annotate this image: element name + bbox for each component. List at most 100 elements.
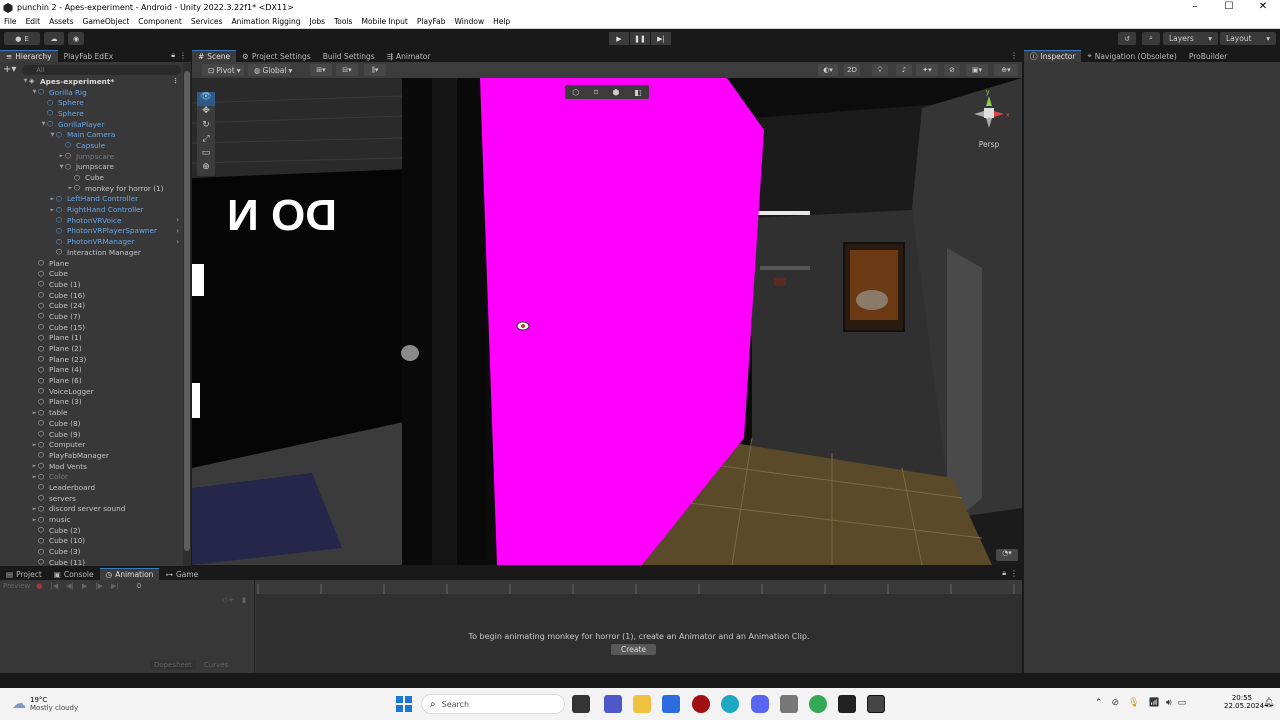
play-icon[interactable]: ▶: [609, 32, 629, 45]
tab-navigation[interactable]: ⌖ Navigation (Obsolete): [1081, 50, 1182, 62]
history-icon[interactable]: ↺: [1118, 32, 1136, 45]
task-view-icon[interactable]: [572, 695, 590, 713]
search-icon[interactable]: ⌕: [1142, 32, 1160, 45]
camera-overlay-icon[interactable]: ◔▾: [996, 549, 1018, 561]
hierarchy-item[interactable]: ⬡ Cube (2): [0, 525, 183, 536]
discord-icon[interactable]: [751, 695, 769, 713]
face-select-icon[interactable]: ◧: [634, 88, 642, 97]
hierarchy-item[interactable]: ⬡ Cube (15): [0, 322, 183, 333]
hierarchy-item[interactable]: ⬡ Plane (4): [0, 365, 183, 376]
more-menu-icon[interactable]: ⋮: [172, 77, 179, 85]
hierarchy-item[interactable]: ► ⬡ discord server sound: [0, 504, 183, 515]
draw-mode-icon[interactable]: ◐▾: [818, 64, 838, 76]
chevron-down-icon[interactable]: ▼: [40, 121, 47, 127]
hierarchy-item[interactable]: ⬡ Cube (7): [0, 311, 183, 322]
audio-icon[interactable]: ♪: [896, 64, 912, 76]
hierarchy-item[interactable]: ▼ ⬡ Main Camera: [0, 129, 183, 140]
hierarchy-scrollbar[interactable]: [183, 63, 191, 566]
hierarchy-item[interactable]: ⬡ Interaction Manager: [0, 247, 183, 258]
collab-icon[interactable]: ◉: [68, 32, 84, 45]
chevron-right-icon[interactable]: ►: [31, 410, 38, 416]
chevron-up-icon[interactable]: ⌃: [1095, 698, 1103, 708]
menu-tools[interactable]: Tools: [334, 17, 352, 26]
chevron-down-icon[interactable]: ▼: [22, 78, 29, 84]
hierarchy-item[interactable]: ⬡ Cube: [0, 268, 183, 279]
hierarchy-item[interactable]: ⬡ Plane (6): [0, 375, 183, 386]
chevron-right-icon[interactable]: ►: [31, 517, 38, 523]
teams-icon[interactable]: [604, 695, 622, 713]
vertex-select-icon[interactable]: ⌑: [594, 88, 598, 97]
wifi-icon[interactable]: 📶︎: [1149, 698, 1160, 708]
dopesheet-tab[interactable]: Dopesheet: [150, 660, 196, 670]
hidden-objects-icon[interactable]: ⊘: [944, 64, 960, 76]
tab-console[interactable]: ▣ Console: [48, 568, 100, 580]
tab-inspector[interactable]: ⓘ Inspector: [1024, 50, 1082, 62]
hierarchy-item[interactable]: ⬡ PhotonVRManager ›: [0, 236, 183, 247]
menu-help[interactable]: Help: [493, 17, 510, 26]
last-frame-icon[interactable]: ▶|: [111, 582, 119, 590]
tab-animator[interactable]: ⇶ Animator: [381, 50, 437, 62]
create-button[interactable]: Create: [611, 644, 656, 655]
chevron-right-icon[interactable]: ›: [176, 238, 179, 246]
hierarchy-item[interactable]: ⬡ PhotonVRPlayerSpawner ›: [0, 226, 183, 237]
chevron-right-icon[interactable]: ►: [49, 207, 56, 213]
tab-project[interactable]: ▤ Project: [0, 568, 48, 580]
hierarchy-item[interactable]: ► ⬡ music: [0, 514, 183, 525]
layout-dropdown[interactable]: Layout ▾: [1220, 32, 1276, 45]
unity-hub-icon[interactable]: [780, 695, 798, 713]
hierarchy-item[interactable]: ▼ ⬡ jumpscare: [0, 162, 183, 173]
edge-icon[interactable]: [721, 695, 739, 713]
hierarchy-item[interactable]: ⬡ Plane: [0, 258, 183, 269]
frame-field[interactable]: 0: [137, 582, 141, 590]
tab-hierarchy[interactable]: ≡ Hierarchy: [0, 50, 58, 62]
pause-icon[interactable]: ❚❚: [630, 32, 650, 45]
hierarchy-item[interactable]: ⬡ Plane (3): [0, 397, 183, 408]
pivot-dropdown[interactable]: ⊡ Pivot ▾: [202, 64, 244, 76]
hierarchy-item[interactable]: ⬡ servers: [0, 493, 183, 504]
menu-component[interactable]: Component: [138, 17, 182, 26]
notification-bell-icon[interactable]: 🔔︎: [1263, 698, 1274, 708]
menu-window[interactable]: Window: [455, 17, 485, 26]
hierarchy-item[interactable]: ► ⬡ Jumpscare: [0, 151, 183, 162]
persp-label[interactable]: Persp: [964, 140, 1014, 149]
menu-assets[interactable]: Assets: [49, 17, 73, 26]
hierarchy-item[interactable]: ⬡ Plane (2): [0, 343, 183, 354]
hierarchy-item[interactable]: ⬡ Cube (10): [0, 536, 183, 547]
chrome-icon[interactable]: [809, 695, 827, 713]
weather-widget[interactable]: ☁ 19°C Mostly cloudy: [12, 696, 78, 712]
lock-icon[interactable]: 🔒︎: [171, 51, 175, 60]
preview-toggle[interactable]: Preview: [3, 582, 30, 590]
menu-file[interactable]: File: [4, 17, 17, 26]
cloud-icon[interactable]: ☁: [44, 32, 64, 45]
chevron-right-icon[interactable]: ►: [49, 196, 56, 202]
menu-playfab[interactable]: PlayFab: [417, 17, 446, 26]
volume-icon[interactable]: 🔊︎: [1166, 698, 1172, 708]
global-dropdown[interactable]: ◍ Global ▾: [248, 64, 292, 76]
hierarchy-item[interactable]: ⬡ Cube (1): [0, 279, 183, 290]
hierarchy-item[interactable]: ⬡ Plane (23): [0, 354, 183, 365]
orientation-gizmo[interactable]: y x Persp: [964, 86, 1014, 156]
clock[interactable]: 20:55 22.05.2024: [1224, 694, 1264, 710]
chevron-down-icon[interactable]: ▼: [58, 164, 65, 170]
hierarchy-item[interactable]: ▼ ⬡ GorillaPlayer: [0, 119, 183, 130]
view-tool-icon[interactable]: 👁︎: [197, 92, 215, 106]
more-menu-icon[interactable]: ⋮: [179, 51, 187, 60]
chevron-right-icon[interactable]: ►: [31, 506, 38, 512]
tab-scene[interactable]: # Scene: [192, 50, 237, 62]
unity-taskbar-icon[interactable]: [867, 695, 885, 713]
tab-game[interactable]: ⊶ Game: [159, 568, 204, 580]
chevron-right-icon[interactable]: ►: [58, 153, 65, 159]
hierarchy-item[interactable]: ► ⬡ Computer: [0, 439, 183, 450]
app-icon[interactable]: [838, 695, 856, 713]
chevron-right-icon[interactable]: ►: [31, 463, 38, 469]
grid-snap-icon[interactable]: ⊞▾: [310, 64, 332, 76]
next-frame-icon[interactable]: |▶: [95, 582, 103, 590]
layers-dropdown[interactable]: Layers ▾: [1163, 32, 1218, 45]
camera-settings-icon[interactable]: ▣▾: [966, 64, 988, 76]
chevron-right-icon[interactable]: ►: [31, 442, 38, 448]
curves-tab[interactable]: Curves: [196, 660, 236, 670]
play-animation-icon[interactable]: ▶: [82, 582, 87, 590]
hierarchy-item[interactable]: ⬡ PlayFabManager: [0, 450, 183, 461]
lighting-icon[interactable]: 💡︎: [872, 64, 888, 76]
hierarchy-item[interactable]: ⬡ Cube (8): [0, 418, 183, 429]
